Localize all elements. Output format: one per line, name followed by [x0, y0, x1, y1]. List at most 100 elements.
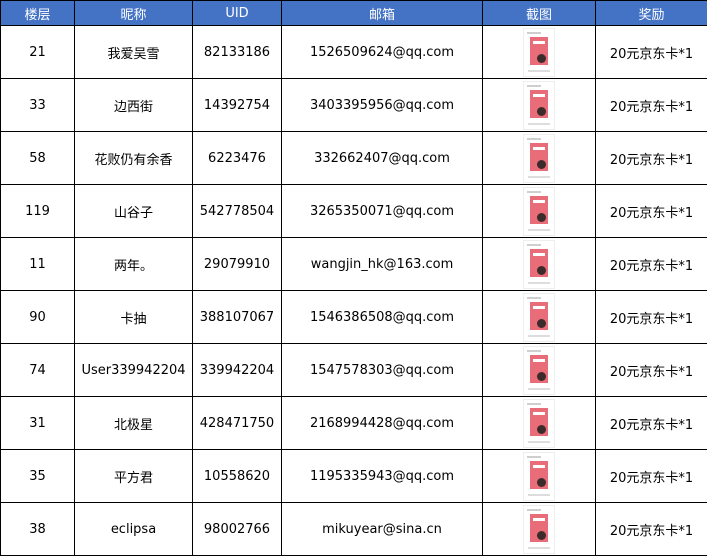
- uid-cell: 10558620: [192, 449, 282, 503]
- thumbnail-bottom-line: [528, 281, 550, 284]
- header-row: 楼层 昵称 UID 邮箱 截图 奖励: [0, 0, 707, 26]
- header-uid: UID: [192, 0, 282, 26]
- thumbnail-top-line: [527, 455, 541, 458]
- thumbnail-bottom-line: [528, 228, 550, 231]
- header-screenshot: 截图: [482, 0, 596, 26]
- email-cell: 1546386508@qq.com: [281, 290, 483, 344]
- thumbnail-top-line: [527, 349, 541, 352]
- email-cell: 2168994428@qq.com: [281, 396, 483, 450]
- table-row: 58 花败仍有余香 6223476 332662407@qq.com 20元京东卡*1: [0, 131, 707, 185]
- screenshot-thumbnail[interactable]: [523, 504, 555, 554]
- thumbnail-poster-title: [533, 252, 545, 256]
- reward-cell: 20元京东卡*1: [595, 131, 707, 185]
- screenshot-cell: [482, 237, 596, 291]
- table-row: 35 平方君 10558620 1195335943@qq.com 20元京东卡*1: [0, 449, 707, 503]
- table-row: 11 两年。 29079910 wangjin_hk@163.com 20元京东卡*1: [0, 237, 707, 291]
- floor-cell: 119: [0, 184, 75, 238]
- thumbnail-top-line: [527, 296, 541, 299]
- nickname-cell: 卡抽: [74, 290, 193, 344]
- screenshot-cell: [482, 25, 596, 79]
- email-cell: wangjin_hk@163.com: [281, 237, 483, 291]
- screenshot-cell: [482, 502, 596, 556]
- uid-cell: 82133186: [192, 25, 282, 79]
- floor-cell: 90: [0, 290, 75, 344]
- table-row: 21 我爱吴雪 82133186 1526509624@qq.com 20元京东卡*1: [0, 25, 707, 79]
- screenshot-thumbnail[interactable]: [523, 27, 555, 77]
- thumbnail-poster-title: [533, 40, 545, 44]
- reward-cell: 20元京东卡*1: [595, 184, 707, 238]
- screenshot-cell: [482, 449, 596, 503]
- floor-cell: 21: [0, 25, 75, 79]
- uid-cell: 339942204: [192, 343, 282, 397]
- thumbnail-poster-title: [533, 411, 545, 415]
- thumbnail-poster-figure: [537, 53, 546, 63]
- reward-cell: 20元京东卡*1: [595, 237, 707, 291]
- thumbnail-top-line: [527, 137, 541, 140]
- floor-cell: 74: [0, 343, 75, 397]
- screenshot-thumbnail[interactable]: [523, 398, 555, 448]
- screenshot-thumbnail[interactable]: [523, 80, 555, 130]
- thumbnail-top-line: [527, 402, 541, 405]
- screenshot-cell: [482, 396, 596, 450]
- floor-cell: 33: [0, 78, 75, 132]
- nickname-cell: 北极星: [74, 396, 193, 450]
- floor-cell: 11: [0, 237, 75, 291]
- nickname-cell: 边西街: [74, 78, 193, 132]
- table-row: 33 边西街 14392754 3403395956@qq.com 20元京东卡*1: [0, 78, 707, 132]
- thumbnail-poster-title: [533, 93, 545, 97]
- table-row: 74 User339942204 339942204 1547578303@qq.co…: [0, 343, 707, 397]
- email-cell: 1195335943@qq.com: [281, 449, 483, 503]
- screenshot-cell: [482, 290, 596, 344]
- thumbnail-poster-title: [533, 305, 545, 309]
- header-nickname: 昵称: [74, 0, 193, 26]
- screenshot-thumbnail[interactable]: [523, 239, 555, 289]
- nickname-cell: User339942204: [74, 343, 193, 397]
- screenshot-thumbnail[interactable]: [523, 186, 555, 236]
- thumbnail-top-line: [527, 31, 541, 34]
- nickname-cell: 花败仍有余香: [74, 131, 193, 185]
- nickname-cell: 山谷子: [74, 184, 193, 238]
- thumbnail-poster-figure: [537, 530, 546, 540]
- thumbnail-bottom-line: [528, 387, 550, 390]
- reward-cell: 20元京东卡*1: [595, 343, 707, 397]
- email-cell: 3265350071@qq.com: [281, 184, 483, 238]
- thumbnail-bottom-line: [528, 546, 550, 549]
- table-row: 31 北极星 428471750 2168994428@qq.com 20元京东卡*1: [0, 396, 707, 450]
- thumbnail-poster-title: [533, 358, 545, 362]
- thumbnail-top-line: [527, 508, 541, 511]
- thumbnail-poster-figure: [537, 318, 546, 328]
- screenshot-thumbnail[interactable]: [523, 133, 555, 183]
- screenshot-thumbnail[interactable]: [523, 345, 555, 395]
- screenshot-cell: [482, 131, 596, 185]
- floor-cell: 31: [0, 396, 75, 450]
- reward-cell: 20元京东卡*1: [595, 290, 707, 344]
- reward-cell: 20元京东卡*1: [595, 449, 707, 503]
- thumbnail-bottom-line: [528, 122, 550, 125]
- thumbnail-poster-figure: [537, 424, 546, 434]
- reward-cell: 20元京东卡*1: [595, 25, 707, 79]
- thumbnail-top-line: [527, 243, 541, 246]
- email-cell: 332662407@qq.com: [281, 131, 483, 185]
- header-email: 邮箱: [281, 0, 483, 26]
- screenshot-thumbnail[interactable]: [523, 451, 555, 501]
- thumbnail-poster-title: [533, 517, 545, 521]
- screenshot-cell: [482, 184, 596, 238]
- uid-cell: 29079910: [192, 237, 282, 291]
- screenshot-cell: [482, 78, 596, 132]
- thumbnail-poster-figure: [537, 265, 546, 275]
- thumbnail-poster-figure: [537, 106, 546, 116]
- nickname-cell: eclipsa: [74, 502, 193, 556]
- email-cell: mikuyear@sina.cn: [281, 502, 483, 556]
- uid-cell: 14392754: [192, 78, 282, 132]
- nickname-cell: 我爱吴雪: [74, 25, 193, 79]
- thumbnail-poster-figure: [537, 212, 546, 222]
- email-cell: 1547578303@qq.com: [281, 343, 483, 397]
- screenshot-cell: [482, 343, 596, 397]
- screenshot-thumbnail[interactable]: [523, 292, 555, 342]
- thumbnail-top-line: [527, 84, 541, 87]
- floor-cell: 38: [0, 502, 75, 556]
- reward-cell: 20元京东卡*1: [595, 502, 707, 556]
- reward-cell: 20元京东卡*1: [595, 78, 707, 132]
- uid-cell: 542778504: [192, 184, 282, 238]
- thumbnail-bottom-line: [528, 69, 550, 72]
